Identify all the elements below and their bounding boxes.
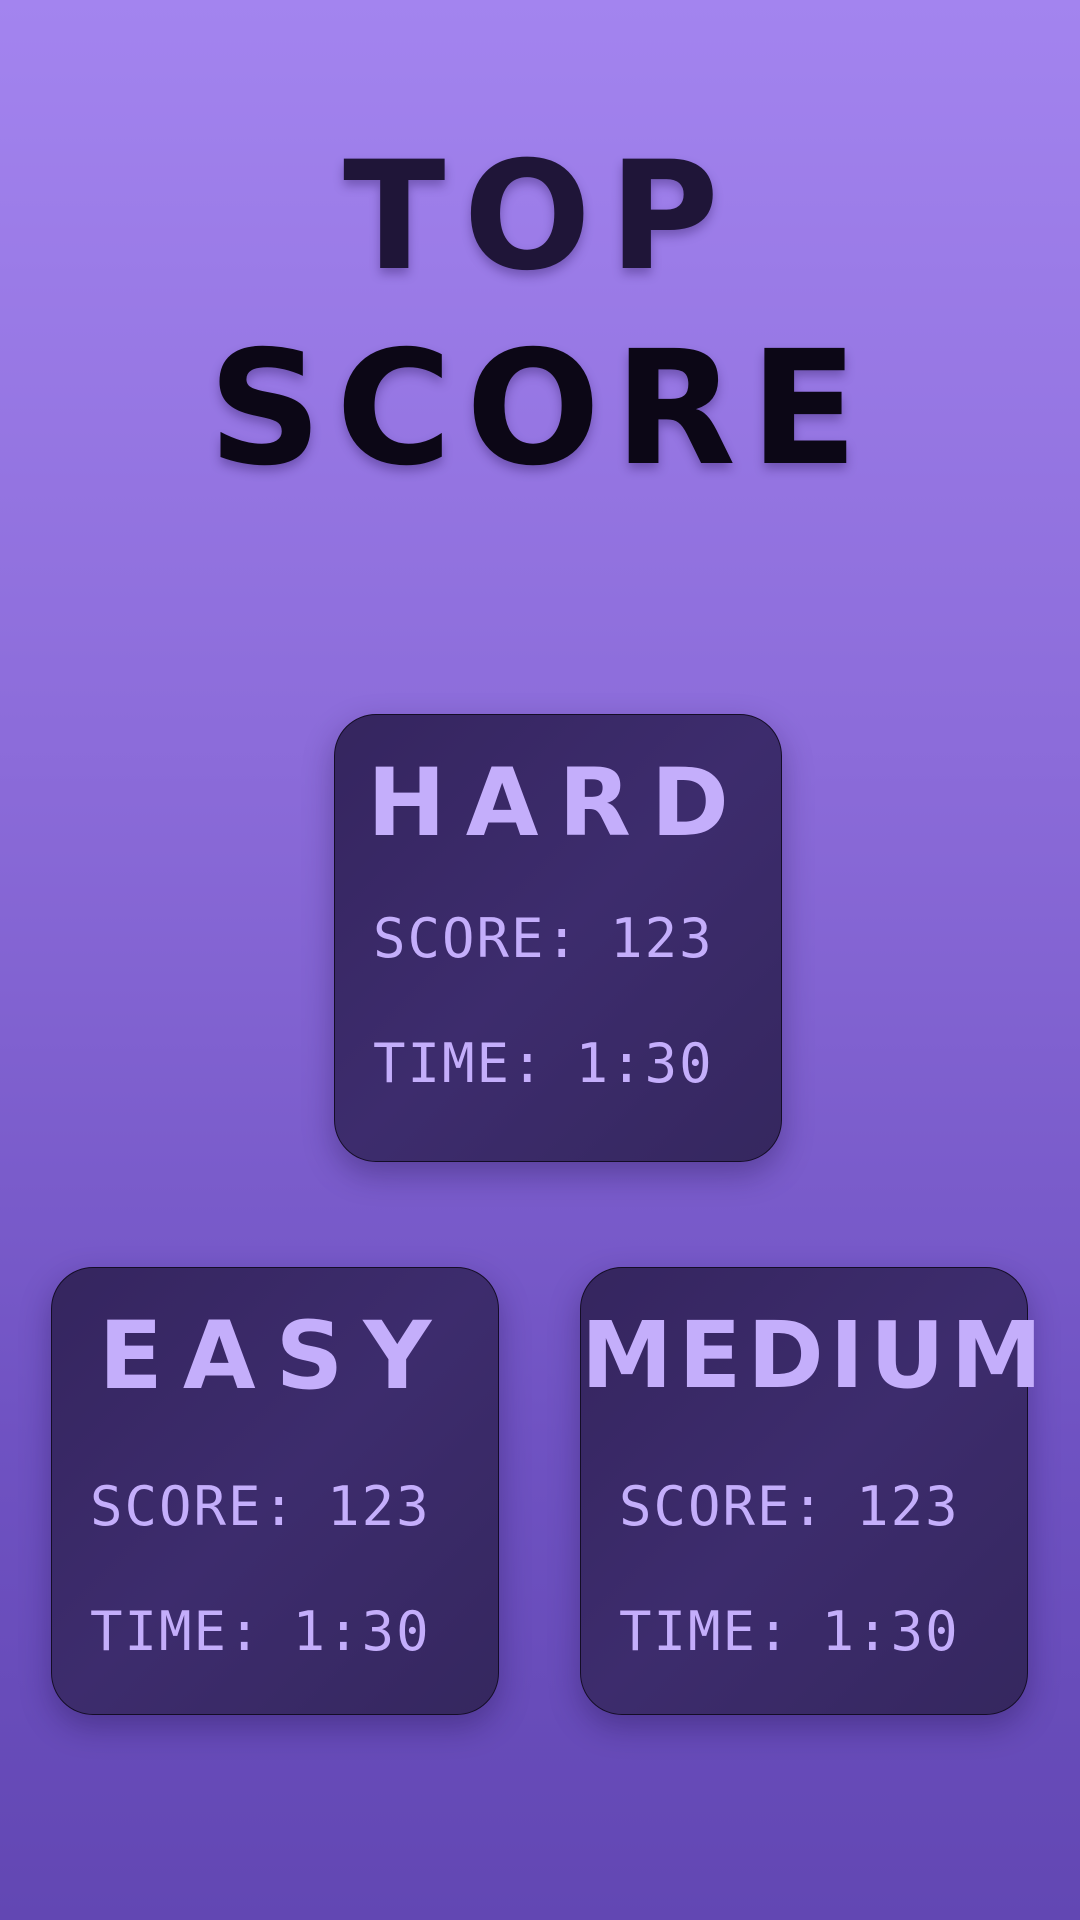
score-row: SCORE: 123 — [373, 912, 714, 966]
time-row: TIME: 1:30 — [90, 1605, 431, 1659]
score-row: SCORE: 123 — [90, 1480, 431, 1534]
time-label: TIME: — [90, 1600, 263, 1663]
hard-score-card: HARD SCORE: 123 TIME: 1:30 — [334, 714, 782, 1162]
time-label: TIME: — [619, 1600, 792, 1663]
score-row: SCORE: 123 — [619, 1480, 960, 1534]
difficulty-title-easy: EASY — [98, 1302, 452, 1411]
score-value: 123 — [327, 1475, 431, 1538]
time-value: 1:30 — [292, 1600, 431, 1663]
time-value: 1:30 — [821, 1600, 960, 1663]
difficulty-title-hard: HARD — [367, 749, 749, 858]
score-label: SCORE: — [373, 907, 581, 970]
time-row: TIME: 1:30 — [619, 1605, 960, 1659]
score-label: SCORE: — [90, 1475, 298, 1538]
difficulty-title-medium: MEDIUM — [581, 1302, 1049, 1409]
score-value: 123 — [610, 907, 714, 970]
medium-score-card: MEDIUM SCORE: 123 TIME: 1:30 — [580, 1267, 1049, 1715]
score-label: SCORE: — [619, 1475, 827, 1538]
easy-score-card: EASY SCORE: 123 TIME: 1:30 — [51, 1267, 499, 1715]
title-score: SCORE — [208, 317, 872, 501]
time-label: TIME: — [373, 1032, 546, 1095]
score-value: 123 — [856, 1475, 960, 1538]
time-value: 1:30 — [575, 1032, 714, 1095]
title-top: TOP — [343, 130, 737, 304]
time-row: TIME: 1:30 — [373, 1037, 714, 1091]
